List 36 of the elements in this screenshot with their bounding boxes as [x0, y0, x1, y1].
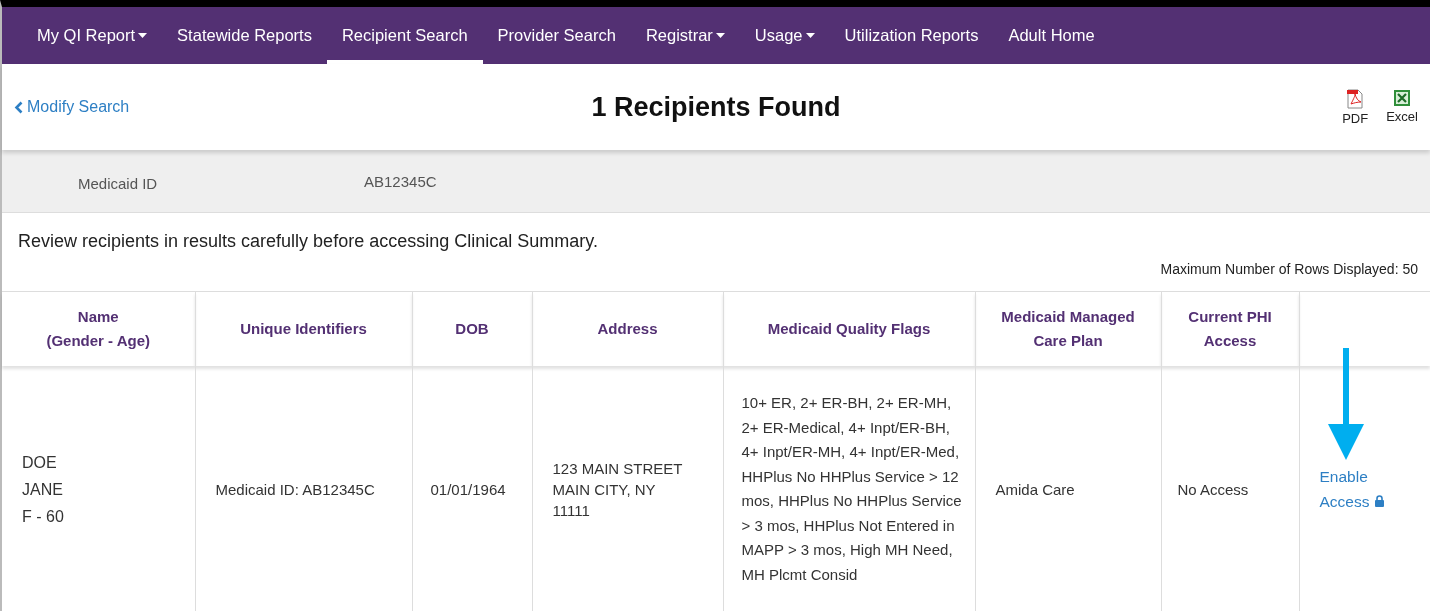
nav-tab[interactable]: Registrar	[630, 7, 740, 64]
pdf-file-icon	[1346, 88, 1365, 109]
table-cell: 01/01/1964	[412, 366, 532, 611]
nav-tab[interactable]: Statewide Reports	[162, 7, 327, 64]
column-header: Medicaid Quality Flags	[723, 292, 975, 366]
excel-export-button[interactable]: Excel	[1386, 88, 1418, 126]
table-cell: Medicaid ID: AB12345C	[195, 366, 412, 611]
nav-tab[interactable]: My QI Report	[22, 7, 163, 64]
criteria-label: Medicaid ID	[78, 174, 159, 192]
column-header: DOB	[412, 292, 532, 366]
column-header: Name (Gender - Age)	[2, 292, 195, 366]
enable-access-link[interactable]: Enable Access	[1319, 464, 1416, 514]
nav-tab[interactable]: Usage	[739, 7, 830, 64]
table-cell: Amida Care	[975, 366, 1161, 611]
column-header: Medicaid Managed Care Plan	[975, 292, 1161, 366]
quality-flags-cell: 10+ ER, 2+ ER-BH, 2+ ER-MH, 2+ ER-Medical, 4+ Inpt/ER-BH, 4+ Inpt/ER-MH, 4+ Inpt/ER-Med, HHPlus No HHPlus Service > 12 mos, HHPlus No HHPlus Service > 3 mos, HHPlus Not Entered in MAPP > 3 mos, High MH Need, MH Plcmt Consid	[723, 366, 975, 611]
spreadsheet-icon	[1393, 88, 1412, 107]
notice-text: Review recipients in results carefully before accessing Clinical Summary.	[18, 231, 598, 252]
arrow-annotation-icon	[1328, 348, 1364, 460]
name-cell: DOE JANE F - 60	[2, 366, 195, 611]
criteria-value: AB12345C	[364, 172, 437, 190]
column-header: Unique Identifiers	[195, 292, 412, 366]
column-header: Address	[532, 292, 723, 366]
address-cell: 123 MAIN STREET MAIN CITY, NY 11111	[532, 366, 723, 611]
nav-tab[interactable]: Recipient Search	[326, 7, 483, 64]
page-title: 1 Recipients Found	[591, 91, 841, 123]
nav-tab[interactable]: Utilization Reports	[829, 7, 994, 64]
table-cell: No Access	[1161, 366, 1299, 611]
pdf-export-button[interactable]: PDF	[1342, 88, 1369, 126]
max-rows-text: Maximum Number of Rows Displayed: 50	[1160, 261, 1418, 277]
column-header: Current PHI Access	[1161, 292, 1299, 366]
nav-tab[interactable]: Provider Search	[482, 7, 631, 64]
lock-icon	[1373, 495, 1385, 507]
nav-tab[interactable]: Adult Home	[993, 7, 1110, 64]
modify-search-link[interactable]: Modify Search	[14, 98, 254, 116]
chevron-left-icon	[14, 100, 23, 114]
